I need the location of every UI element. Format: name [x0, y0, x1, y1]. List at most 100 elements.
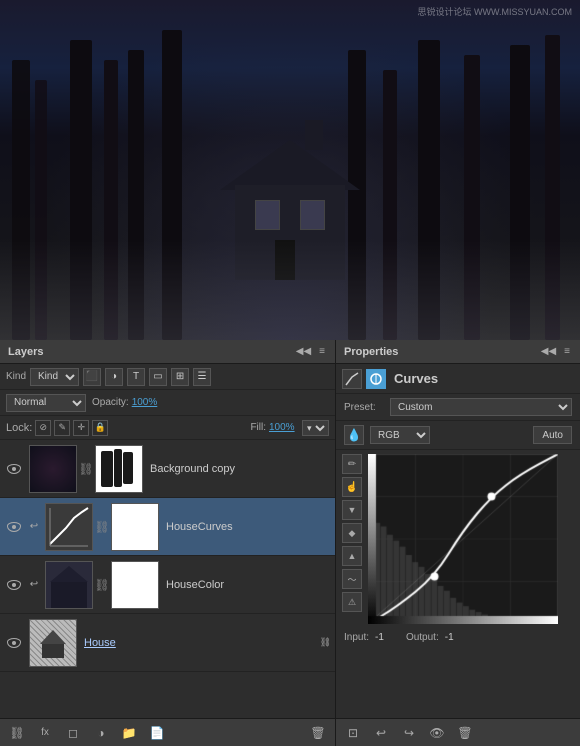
- properties-panel-controls: ◀◀ ≡: [539, 346, 572, 357]
- curves-container: ✏ ☝ ▼ ◆ ▲ 〜 ⚠: [336, 450, 580, 628]
- adjustment-filter-btn[interactable]: ◑: [105, 368, 123, 386]
- properties-toolbar: Curves: [336, 364, 580, 394]
- lock-label: Lock:: [6, 422, 32, 434]
- preset-label: Preset:: [344, 402, 384, 413]
- lock-position-btn[interactable]: ✎: [54, 420, 70, 436]
- properties-panel-header: Properties ◀◀ ≡: [336, 340, 580, 364]
- new-layer-btn[interactable]: 📄: [146, 722, 168, 744]
- layer-name-house: House: [80, 637, 318, 649]
- curves-icon-btn[interactable]: [342, 369, 362, 389]
- layer-name-house-curves: HouseCurves: [162, 521, 331, 533]
- layer-link-icon: ⛓: [320, 637, 331, 648]
- input-value[interactable]: -1: [375, 632, 384, 643]
- curves-eyedropper-black-btn[interactable]: ▼: [342, 500, 362, 520]
- layer-visibility-house[interactable]: [4, 638, 24, 648]
- output-label: Output:: [406, 632, 439, 643]
- fill-dropdown[interactable]: ▾: [302, 420, 329, 436]
- text-filter-btn[interactable]: T: [127, 368, 145, 386]
- layers-collapse-btn[interactable]: ◀◀: [294, 346, 313, 357]
- layers-lock-row: Lock: ⊘ ✎ ✛ 🔒 Fill: 100% ▾: [0, 416, 335, 440]
- fog-overlay: [0, 240, 580, 340]
- properties-bottom-bar: ⊡ ↩ ↪ 👁 🗑: [336, 718, 580, 746]
- pixel-filter-btn[interactable]: ⬛: [83, 368, 101, 386]
- props-clip-btn[interactable]: ⊡: [342, 722, 364, 744]
- lock-move-btn[interactable]: ✛: [73, 420, 89, 436]
- layer-name-house-color: HouseColor: [162, 579, 331, 591]
- eyedropper-btn[interactable]: 💧: [344, 425, 364, 445]
- curves-wave-btn[interactable]: 〜: [342, 569, 362, 589]
- rgb-row: 💧 RGB Red Green Blue Auto: [336, 421, 580, 450]
- input-label: Input:: [344, 632, 369, 643]
- lock-all-btn[interactable]: 🔒: [92, 420, 108, 436]
- layers-panel: Layers ◀◀ ≡ Kind Kind ⬛ ◑ T ▭ ⊞ ☰ Normal: [0, 340, 336, 746]
- layer-chain-background-copy: ⛓: [80, 462, 92, 476]
- curves-canvas[interactable]: [368, 454, 558, 624]
- curves-panel-title: Curves: [394, 371, 438, 386]
- curves-io: Input: -1 Output: -1: [336, 628, 580, 647]
- layer-fx-house-curves: ↩: [26, 521, 42, 532]
- lock-group: Lock: ⊘ ✎ ✛ 🔒: [6, 420, 108, 436]
- new-group-btn[interactable]: 📁: [118, 722, 140, 744]
- layer-chain-house-curves: ⛓: [96, 520, 108, 534]
- layer-row-house[interactable]: House ⛓: [0, 614, 335, 672]
- eye-icon-house-color[interactable]: [7, 580, 21, 590]
- fill-label: Fill:: [250, 422, 266, 433]
- curves-graph[interactable]: [368, 454, 574, 624]
- layers-list[interactable]: ⛓ Background copy ↩: [0, 440, 335, 718]
- layers-bottom-bar: ⛓ fx ◻ ◑ 📁 📄 🗑: [0, 718, 335, 746]
- canvas-area: 思锐设计论坛 WWW.MISSYUAN.COM: [0, 0, 580, 340]
- layers-panel-title: Layers: [8, 346, 43, 358]
- props-delete-btn[interactable]: 🗑: [454, 722, 476, 744]
- auto-btn[interactable]: Auto: [533, 426, 572, 444]
- layer-thumb-background-copy: [29, 445, 77, 493]
- add-mask-btn[interactable]: ◻: [62, 722, 84, 744]
- curves-warn-btn[interactable]: ⚠: [342, 592, 362, 612]
- lock-pixels-btn[interactable]: ⊘: [35, 420, 51, 436]
- curves-finger-btn[interactable]: ☝: [342, 477, 362, 497]
- kind-select[interactable]: Kind: [30, 368, 79, 386]
- properties-panel: Properties ◀◀ ≡ Curves Preset: [336, 340, 580, 746]
- opacity-group: Opacity: 100%: [92, 397, 162, 408]
- channel-select[interactable]: RGB Red Green Blue: [370, 426, 430, 444]
- properties-menu-btn[interactable]: ≡: [562, 346, 572, 357]
- layer-thumb-house: [29, 619, 77, 667]
- delete-layer-btn[interactable]: 🗑: [307, 722, 329, 744]
- eye-icon-house-curves[interactable]: [7, 522, 21, 532]
- layer-row-background-copy[interactable]: ⛓ Background copy: [0, 440, 335, 498]
- props-visibility-btn[interactable]: 👁: [426, 722, 448, 744]
- props-redo-btn[interactable]: ↪: [398, 722, 420, 744]
- layer-visibility-background-copy[interactable]: [4, 464, 24, 474]
- opacity-label: Opacity:: [92, 397, 129, 408]
- props-undo-btn[interactable]: ↩: [370, 722, 392, 744]
- shape-filter-btn[interactable]: ▭: [149, 368, 167, 386]
- eye-icon-background-copy[interactable]: [7, 464, 21, 474]
- watermark: 思锐设计论坛 WWW.MISSYUAN.COM: [418, 5, 573, 18]
- eye-icon-house[interactable]: [7, 638, 21, 648]
- layer-name-background-copy: Background copy: [146, 463, 331, 475]
- curves-active-btn[interactable]: [366, 369, 386, 389]
- output-value[interactable]: -1: [445, 632, 454, 643]
- curves-eyedropper-white-btn[interactable]: ▲: [342, 546, 362, 566]
- layers-menu-btn[interactable]: ≡: [317, 346, 327, 357]
- layers-panel-controls: ◀◀ ≡: [294, 346, 327, 357]
- layer-fx-btn[interactable]: fx: [34, 722, 56, 744]
- kind-label: Kind: [6, 371, 26, 382]
- properties-collapse-btn[interactable]: ◀◀: [539, 346, 558, 357]
- layer-visibility-house-color[interactable]: [4, 580, 24, 590]
- preset-select[interactable]: Custom Default Strong Contrast Linear Co…: [390, 398, 572, 416]
- opacity-value[interactable]: 100%: [132, 397, 162, 408]
- curves-eyedropper-mid-btn[interactable]: ◆: [342, 523, 362, 543]
- smartobj-filter-btn[interactable]: ⊞: [171, 368, 189, 386]
- properties-panel-title: Properties: [344, 346, 398, 358]
- fill-value[interactable]: 100%: [269, 422, 299, 433]
- blend-mode-select[interactable]: Normal: [6, 394, 86, 412]
- layer-thumb-house-color: [45, 561, 93, 609]
- curves-pencil-btn[interactable]: ✏: [342, 454, 362, 474]
- fill-group: Fill: 100% ▾: [250, 420, 329, 436]
- layer-row-house-curves[interactable]: ↩ ⛓ HouseCurves: [0, 498, 335, 556]
- layer-row-house-color[interactable]: ↩ ⛓ HouseColor: [0, 556, 335, 614]
- link-layers-btn[interactable]: ⛓: [6, 722, 28, 744]
- layer-visibility-house-curves[interactable]: [4, 522, 24, 532]
- filter-toggle-btn[interactable]: ☰: [193, 368, 211, 386]
- new-fill-btn[interactable]: ◑: [90, 722, 112, 744]
